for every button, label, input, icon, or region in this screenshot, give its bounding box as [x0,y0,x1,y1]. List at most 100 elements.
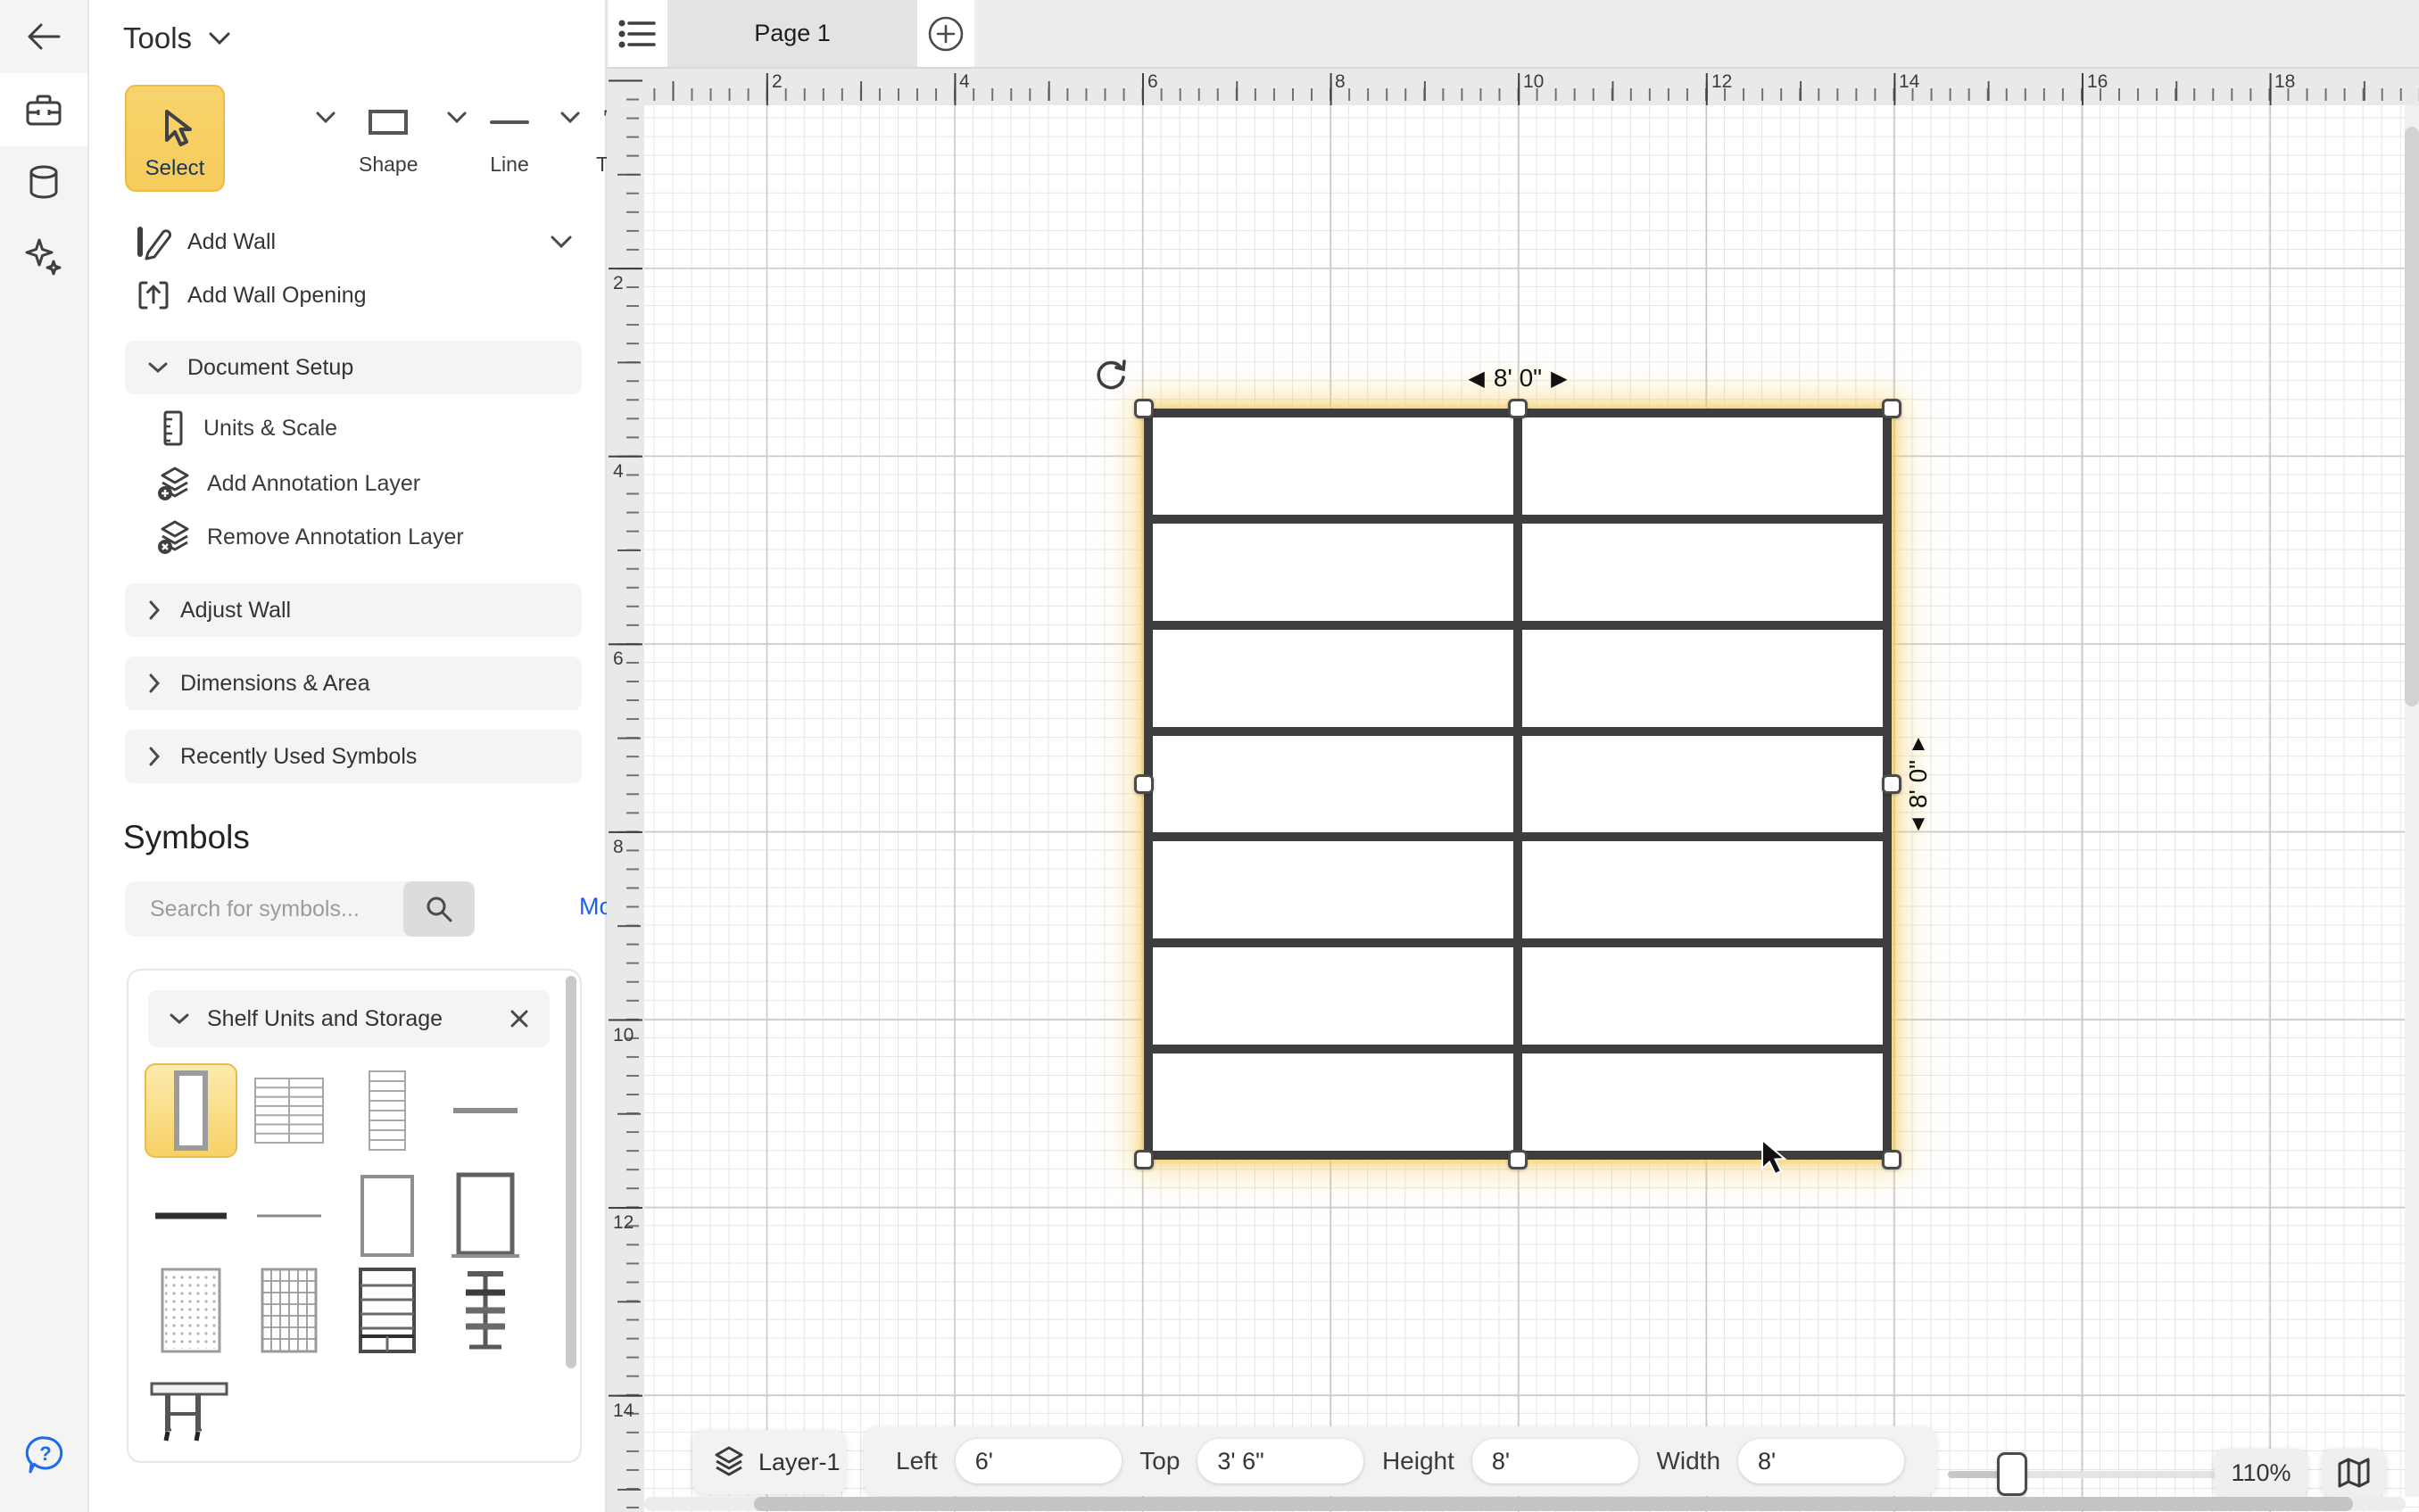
add-page-button[interactable] [917,0,974,67]
symbol-wall-shelf-thin[interactable] [243,1169,336,1263]
symbol-search-input[interactable] [150,881,400,937]
symbols-heading: Symbols [123,819,250,856]
top-field-label: Top [1139,1447,1180,1475]
symbol-display-rack-side[interactable] [439,1263,532,1358]
symbol-single-sided-gondola[interactable] [341,1063,434,1158]
cursor-arrow-icon [154,106,195,151]
selected-shelving-unit-shape[interactable]: ◀ 8' 0" ▶ ▲ 8' 0" ▼ [1144,409,1892,1160]
left-icon-rail: ? [0,0,89,1512]
line-icon [486,104,533,140]
back-button[interactable] [0,0,87,73]
app-window: ? Tools Select Shape [0,0,2419,1512]
zoom-level-badge[interactable]: 110% [2215,1449,2307,1497]
remove-annotation-layer-item[interactable]: Remove Annotation Layer [89,517,607,557]
arrow-left-icon: ◀ [1468,366,1484,392]
left-field-input[interactable] [956,1439,1122,1483]
height-field-input[interactable] [1472,1439,1638,1483]
symbol-group-card: Shelf Units and Storage [127,969,582,1463]
add-wall-chevron[interactable] [550,235,573,249]
data-tab[interactable] [0,146,87,219]
symbol-open-storage-unit[interactable] [341,1169,434,1263]
ruler-icon [157,409,189,448]
select-dropdown-chevron[interactable] [315,112,336,124]
help-button[interactable]: ? [25,1434,66,1477]
symbol-shelving-unit-plan[interactable] [145,1063,237,1158]
add-wall-button[interactable]: Add Wall [89,221,607,262]
ruler-label: 14 [1899,71,1919,93]
resize-handle-w[interactable] [1134,774,1154,794]
recently-used-symbols-label: Recently Used Symbols [180,744,417,770]
ruler-label: 8 [613,837,624,858]
ai-assist-tab[interactable] [0,219,87,293]
layer-name: Layer-1 [758,1449,841,1476]
symbols-scrollbar[interactable] [566,976,576,1368]
vertical-scrollbar[interactable] [2405,105,2419,1497]
search-icon [424,894,454,924]
section-document-setup[interactable]: Document Setup [125,341,582,394]
shape-tool-button[interactable]: Shape [359,104,418,177]
line-dropdown-chevron[interactable] [559,112,581,124]
adjust-wall-label: Adjust Wall [180,598,291,624]
resize-handle-nw[interactable] [1134,399,1154,418]
resize-handle-sw[interactable] [1134,1150,1154,1169]
resize-handle-n[interactable] [1508,399,1528,418]
ruler-label: 18 [2274,71,2295,93]
vertical-scrollbar-thumb[interactable] [2405,127,2419,706]
symbol-shelf-line[interactable] [439,1063,532,1158]
ruler-label: 10 [1523,71,1544,93]
layers-x-icon [157,518,193,556]
add-annotation-layer-item[interactable]: Add Annotation Layer [89,464,607,503]
shelf-cell [1153,630,1513,727]
shape-dropdown-chevron[interactable] [446,112,468,124]
wall-opening-icon [134,276,173,315]
shelf-cell [1522,1053,1883,1151]
tools-panel-title[interactable]: Tools [123,21,231,55]
navigator-button[interactable] [2322,1449,2386,1497]
zoom-slider[interactable] [1948,1471,2221,1478]
symbol-group-header[interactable]: Shelf Units and Storage [148,990,550,1047]
shelf-cell [1522,524,1883,621]
units-scale-item[interactable]: Units & Scale [89,409,607,448]
database-icon [22,161,65,204]
select-tool-label: Select [145,156,205,181]
symbol-double-sided-gondola[interactable] [243,1063,336,1158]
section-dimensions-area[interactable]: Dimensions & Area [125,657,582,710]
wall-pencil-icon [134,222,173,261]
symbol-storage-unit[interactable] [439,1169,532,1263]
layers-plus-icon [157,465,193,502]
section-recently-used-symbols[interactable]: Recently Used Symbols [125,730,582,783]
back-arrow-icon [23,16,64,57]
resize-handle-ne[interactable] [1882,399,1901,418]
symbol-wall-shelf-thick[interactable] [145,1169,237,1263]
horizontal-scrollbar[interactable] [644,1497,2406,1511]
rotate-handle[interactable] [1092,357,1130,394]
horizontal-scrollbar-thumb[interactable] [754,1497,2353,1511]
height-dimension-label: ▲ 8' 0" ▼ [1904,731,1933,837]
resize-handle-e[interactable] [1882,774,1901,794]
close-icon[interactable] [509,1008,530,1029]
line-tool-button[interactable]: Line [486,104,533,177]
resize-handle-s[interactable] [1508,1150,1528,1169]
add-wall-label: Add Wall [187,229,276,255]
zoom-slider-thumb[interactable] [1997,1452,2027,1496]
select-tool-button[interactable]: Select [125,85,225,192]
toolbox-tab[interactable] [0,73,87,146]
shelf-cell [1153,1053,1513,1151]
symbol-bookcase-front[interactable] [341,1263,434,1358]
layer-chip[interactable]: Layer-1 [692,1430,846,1494]
drawing-canvas-area: Page 1 2 4 6 8 10 12 14 16 18 2 4 6 [607,0,2419,1512]
search-button[interactable] [403,881,475,937]
symbol-wire-rack[interactable] [243,1263,336,1358]
top-field-input[interactable] [1197,1439,1363,1483]
add-wall-opening-button[interactable]: Add Wall Opening [89,275,607,316]
ruler-label: 10 [613,1025,634,1046]
section-adjust-wall[interactable]: Adjust Wall [125,583,582,637]
ruler-label: 6 [1147,71,1158,93]
symbol-workbench-side[interactable] [145,1361,237,1456]
symbol-pegboard[interactable] [145,1263,237,1358]
arrow-down-icon: ▼ [1908,812,1929,837]
tab-page-1[interactable]: Page 1 [667,0,917,67]
page-list-button[interactable] [609,0,667,67]
resize-handle-se[interactable] [1882,1150,1901,1169]
width-field-input[interactable] [1738,1439,1904,1483]
